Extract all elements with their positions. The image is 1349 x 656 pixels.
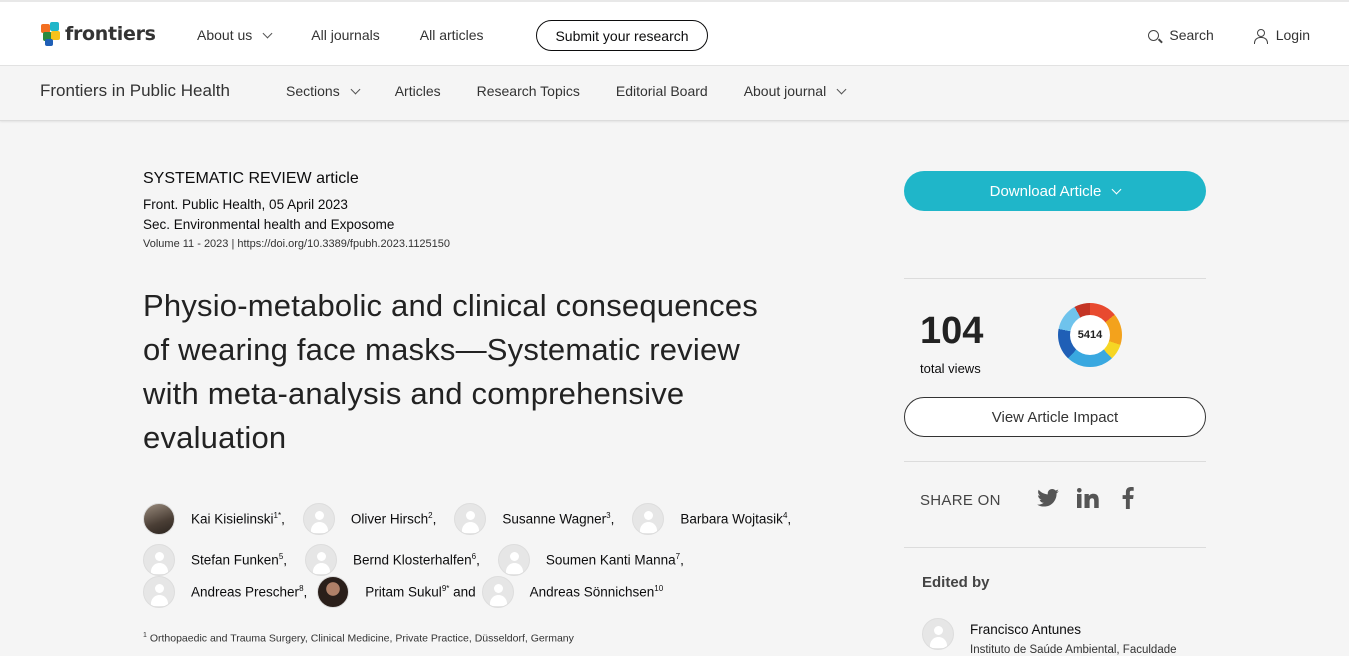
journal-nav-research-topics-label: Research Topics [476, 83, 580, 99]
article-type: SYSTEMATIC REVIEW article [143, 170, 823, 188]
chevron-down-icon [836, 84, 847, 94]
article-header: SYSTEMATIC REVIEW article Front. Public … [143, 170, 823, 460]
affiliation-number: 1 [143, 632, 147, 639]
journal-nav-research-topics[interactable]: Research Topics [477, 83, 580, 99]
avatar[interactable] [317, 576, 350, 608]
avatar[interactable] [922, 618, 954, 650]
nav-all-articles-label: All articles [419, 27, 484, 43]
journal-nav-articles[interactable]: Articles [395, 83, 441, 99]
journal-nav-about-journal[interactable]: About journal [743, 83, 847, 99]
chevron-down-icon [1111, 184, 1122, 194]
avatar[interactable] [481, 576, 514, 608]
top-right-actions: Search Login [1148, 20, 1310, 50]
search-icon [1148, 29, 1160, 41]
search-button[interactable]: Search [1148, 27, 1214, 43]
editor-name[interactable]: Francisco Antunes [970, 622, 1081, 637]
twitter-icon[interactable] [1037, 487, 1059, 509]
login-button[interactable]: Login [1253, 27, 1310, 44]
journal-nav-editorial-board[interactable]: Editorial Board [616, 83, 708, 99]
author-list: Kai Kisielinski1*, Oliver Hirsch2, Susan… [143, 502, 803, 608]
top-navigation-bar: frontiers About us All journals All arti… [0, 0, 1349, 66]
submit-research-button[interactable]: Submit your research [536, 20, 708, 51]
author-row: Andreas Prescher8, Pritam Sukul9* and An… [143, 576, 803, 608]
avatar[interactable] [305, 543, 338, 576]
author-name[interactable]: Susanne Wagner3, [502, 511, 614, 527]
author-row: Stefan Funken5, Bernd Klosterhalfen6, So… [143, 541, 803, 578]
divider [904, 547, 1206, 548]
share-on-label: SHARE ON [920, 492, 1001, 509]
total-views-count: 104 [920, 310, 984, 352]
download-label: Download Article [989, 182, 1102, 200]
avatar[interactable] [632, 503, 665, 535]
view-article-impact-button[interactable]: View Article Impact [904, 397, 1206, 437]
share-icons [1037, 487, 1139, 509]
avatar[interactable] [454, 503, 487, 535]
frontiers-logo-mark-icon [41, 22, 61, 46]
journal-nav-articles-label: Articles [394, 83, 441, 99]
affiliation: 1 Orthopaedic and Trauma Surgery, Clinic… [143, 632, 574, 645]
nav-about-us-label: About us [197, 27, 253, 43]
author-name[interactable]: Soumen Kanti Manna7, [546, 552, 684, 568]
article-type-suffix: article [316, 170, 359, 187]
logo-text: frontiers [65, 23, 156, 45]
journal-menu: Sections Articles Research Topics Editor… [286, 83, 881, 99]
main-menu: About us All journals All articles [197, 20, 524, 50]
facebook-icon[interactable] [1117, 487, 1139, 509]
avatar[interactable] [143, 503, 175, 535]
article-citation: Front. Public Health, 05 April 2023 [143, 197, 348, 212]
nav-all-articles[interactable]: All articles [420, 27, 484, 43]
total-views-label: total views [920, 361, 981, 376]
nav-all-journals-label: All journals [311, 27, 380, 43]
altmetric-badge[interactable]: 5414 [1058, 303, 1122, 367]
article-title: Physio-metabolic and clinical consequenc… [143, 288, 758, 455]
journal-nav-sections[interactable]: Sections [286, 83, 361, 99]
search-label: Search [1169, 27, 1214, 43]
nav-all-journals[interactable]: All journals [311, 27, 379, 43]
author-row: Kai Kisielinski1*, Oliver Hirsch2, Susan… [143, 502, 803, 536]
article-section[interactable]: Sec. Environmental health and Exposome [143, 217, 823, 232]
author-name[interactable]: Oliver Hirsch2, [351, 511, 436, 527]
author-name[interactable]: Andreas Sönnichsen10 [530, 584, 664, 600]
journal-navigation-bar: Frontiers in Public Health Sections Arti… [0, 66, 1349, 121]
journal-title[interactable]: Frontiers in Public Health [40, 81, 230, 101]
journal-nav-sections-label: Sections [286, 83, 340, 99]
editor-institution: Instituto de Saúde Ambiental, Faculdade [970, 644, 1177, 656]
avatar[interactable] [497, 543, 530, 576]
article-volume-doi[interactable]: Volume 11 - 2023 | https://doi.org/10.33… [143, 238, 823, 250]
linkedin-icon[interactable] [1077, 487, 1099, 509]
download-article-button[interactable]: Download Article [904, 171, 1206, 211]
article-type-main: SYSTEMATIC REVIEW [143, 170, 312, 187]
journal-nav-about-journal-label: About journal [743, 83, 827, 99]
nav-about-us[interactable]: About us [197, 27, 273, 43]
altmetric-score: 5414 [1070, 315, 1110, 355]
affiliation-text: Orthopaedic and Trauma Surgery, Clinical… [149, 632, 574, 645]
author-name[interactable]: Pritam Sukul9* and [365, 584, 475, 600]
author-name[interactable]: Barbara Wojtasik4, [680, 511, 791, 527]
user-icon [1253, 28, 1268, 44]
divider [904, 278, 1206, 279]
author-name[interactable]: Bernd Klosterhalfen6, [353, 552, 480, 568]
author-name[interactable]: Andreas Prescher8, [191, 584, 307, 600]
login-label: Login [1275, 27, 1310, 43]
author-name[interactable]: Stefan Funken5, [191, 552, 287, 568]
avatar[interactable] [143, 543, 175, 576]
edited-by-label: Edited by [922, 574, 990, 591]
author-name[interactable]: Kai Kisielinski1*, [191, 511, 285, 527]
avatar[interactable] [143, 576, 175, 608]
journal-nav-editorial-board-label: Editorial Board [615, 83, 708, 99]
chevron-down-icon [262, 28, 273, 38]
frontiers-logo[interactable]: frontiers [41, 22, 156, 46]
chevron-down-icon [350, 84, 361, 94]
avatar[interactable] [302, 503, 335, 535]
divider [904, 461, 1206, 462]
